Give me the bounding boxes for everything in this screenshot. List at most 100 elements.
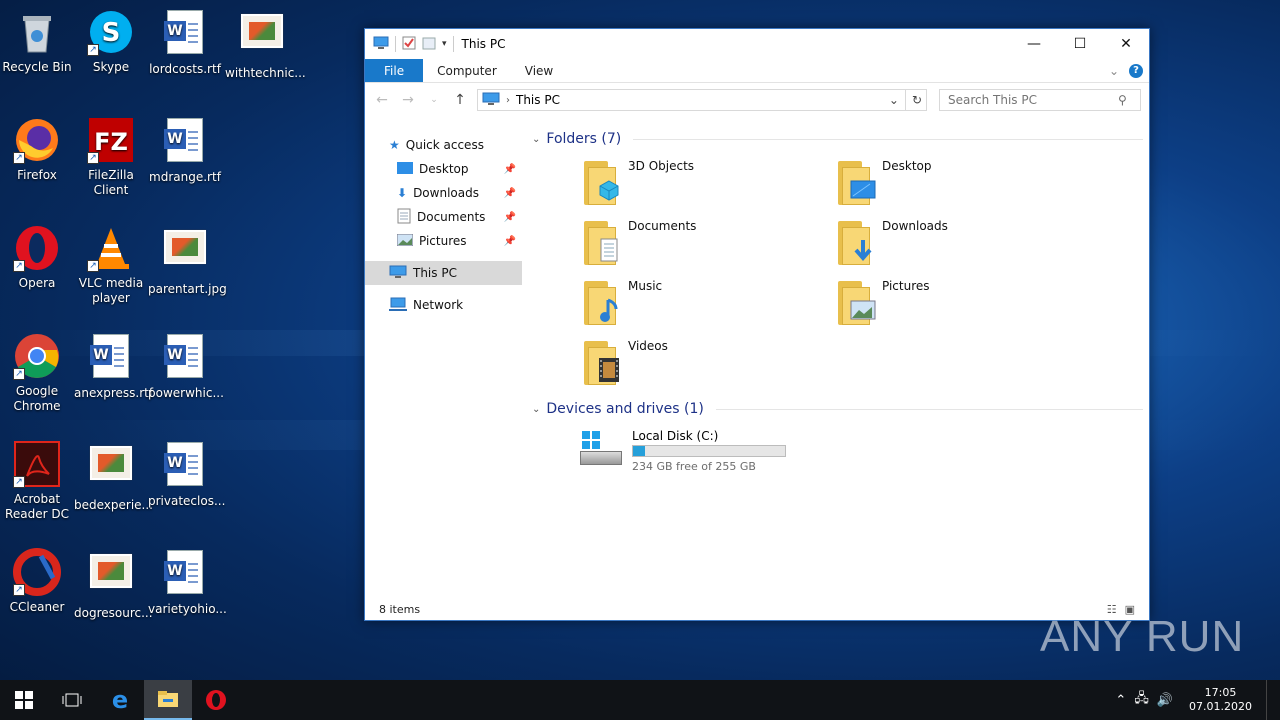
desktop-icon-acrobat[interactable]: ↗ Acrobat Reader DC — [0, 440, 74, 522]
taskbar-opera-button[interactable] — [192, 680, 240, 720]
desktop-icon-mdrange[interactable]: mdrange.rtf — [148, 116, 222, 185]
desktop-icon-parentart[interactable]: parentart.jpg — [148, 224, 227, 297]
desktop-icon-label: bedexperie... — [74, 498, 153, 512]
chevron-down-icon[interactable]: ⌄ — [532, 404, 540, 415]
desktop-icon-powerwhic[interactable]: powerwhic... — [148, 332, 224, 401]
desktop-folder-icon — [397, 161, 413, 177]
pin-icon[interactable]: 📌 — [504, 236, 516, 247]
desktop-icon-ccleaner[interactable]: ↗ CCleaner — [0, 548, 74, 615]
maximize-icon[interactable]: ☐ — [1057, 29, 1103, 59]
image-file-icon — [87, 554, 135, 602]
pin-icon[interactable]: 📌 — [504, 188, 516, 199]
desktop-icon-skype[interactable]: S ↗ Skype — [74, 8, 148, 75]
desktop-icon-lordcosts[interactable]: lordcosts.rtf — [148, 8, 222, 77]
nav-item-desktop[interactable]: Desktop 📌 — [365, 157, 522, 181]
title-bar[interactable]: ▾ This PC — ☐ ✕ — [365, 29, 1149, 59]
desktop-icon-varietyohio[interactable]: varietyohio... — [148, 548, 227, 617]
folder-desktop[interactable]: Desktop — [836, 155, 1090, 215]
taskbar-edge-button[interactable]: e — [96, 680, 144, 720]
tab-computer[interactable]: Computer — [423, 59, 511, 82]
pin-icon[interactable]: 📌 — [504, 164, 516, 175]
help-icon[interactable]: ? — [1129, 63, 1143, 78]
start-button[interactable] — [0, 680, 48, 720]
breadcrumb[interactable]: This PC — [516, 93, 560, 107]
back-arrow-icon[interactable]: ← — [373, 92, 391, 108]
desktop-icon-bedexperie[interactable]: bedexperie... — [74, 440, 153, 513]
folder-downloads[interactable]: Downloads — [836, 215, 1090, 275]
downloads-folder-icon — [836, 219, 876, 267]
shortcut-arrow-icon: ↗ — [87, 44, 99, 56]
pin-icon[interactable]: 📌 — [504, 212, 516, 223]
nav-item-quick-access[interactable]: ★ Quick access — [365, 133, 522, 157]
breadcrumb-chevron-icon[interactable]: › — [506, 95, 510, 106]
clock[interactable]: 17:05 07.01.2020 — [1189, 686, 1252, 714]
folder-pictures[interactable]: Pictures — [836, 275, 1090, 335]
drive-usage-bar — [632, 445, 786, 457]
devices-group-header[interactable]: ⌄ Devices and drives (1) — [532, 399, 1149, 419]
group-title: Devices and drives (1) — [546, 401, 704, 417]
recent-locations-icon[interactable]: ⌄ — [425, 95, 443, 105]
desktop-icon-opera[interactable]: ↗ Opera — [0, 224, 74, 291]
folder-label: Music — [628, 279, 663, 293]
tab-view[interactable]: View — [511, 59, 567, 82]
volume-icon[interactable]: 🔊 — [1157, 693, 1173, 708]
folder-3d-objects[interactable]: 3D Objects — [582, 155, 836, 215]
minimize-icon[interactable]: — — [1011, 29, 1057, 59]
hard-drive-icon — [578, 429, 624, 469]
search-box[interactable]: ⚲ — [939, 89, 1141, 111]
desktop-icon-dogresourc[interactable]: dogresourc... — [74, 548, 153, 621]
acrobat-icon: ↗ — [13, 440, 61, 488]
desktop-icon-label: CCleaner — [9, 600, 65, 614]
desktop-icon-recycle-bin[interactable]: Recycle Bin — [0, 8, 74, 75]
task-view-button[interactable] — [48, 680, 96, 720]
folder-videos[interactable]: Videos — [582, 335, 836, 395]
address-bar[interactable]: › This PC ⌄ ↻ — [477, 89, 927, 111]
ccleaner-icon: ↗ — [13, 548, 61, 596]
close-icon[interactable]: ✕ — [1103, 29, 1149, 59]
music-folder-icon — [582, 279, 622, 327]
desktop-icon-anexpress[interactable]: anexpress.rtf — [74, 332, 153, 401]
show-desktop-button[interactable] — [1266, 680, 1270, 720]
search-icon[interactable]: ⚲ — [1118, 93, 1127, 107]
folder-documents[interactable]: Documents — [582, 215, 836, 275]
nav-item-documents[interactable]: Documents 📌 — [365, 205, 522, 229]
filezilla-icon: FZ ↗ — [87, 116, 135, 164]
taskbar-file-explorer-button[interactable] — [144, 680, 192, 720]
word-document-icon — [161, 442, 209, 490]
customize-toolbar-icon[interactable]: ▾ — [442, 39, 447, 49]
desktop-icon-vlc[interactable]: ↗ VLC media player — [74, 224, 148, 306]
desktop-icon-privateclos[interactable]: privateclos... — [148, 440, 225, 509]
address-dropdown-icon[interactable]: ⌄ — [889, 93, 899, 107]
address-row: ← → ⌄ ↑ › This PC ⌄ ↻ ⚲ — [365, 83, 1149, 117]
nav-item-downloads[interactable]: ⬇ Downloads 📌 — [365, 181, 522, 205]
folder-label: Downloads — [882, 219, 948, 233]
drive-local-disk-c[interactable]: Local Disk (C:) 234 GB free of 255 GB — [532, 429, 1149, 473]
desktop-icon-filezilla[interactable]: FZ ↗ FileZilla Client — [74, 116, 148, 198]
desktop-icon-chrome[interactable]: ↗ Google Chrome — [0, 332, 74, 414]
nav-item-pictures[interactable]: Pictures 📌 — [365, 229, 522, 253]
watermark: ANY RUN — [1040, 612, 1245, 661]
edge-icon: e — [111, 686, 129, 714]
folder-music[interactable]: Music — [582, 275, 836, 335]
desktop-icon-withtechnic[interactable]: withtechnic... — [225, 8, 306, 81]
new-folder-icon[interactable] — [422, 36, 436, 53]
skype-icon: S ↗ — [87, 8, 135, 56]
expand-ribbon-icon[interactable]: ⌄ — [1109, 64, 1119, 78]
desktop-icon-label: FileZilla Client — [88, 168, 134, 197]
show-hidden-icons-icon[interactable]: ⌃ — [1115, 693, 1126, 708]
properties-icon[interactable] — [402, 36, 416, 53]
folder-label: Pictures — [882, 279, 930, 293]
forward-arrow-icon[interactable]: → — [399, 92, 417, 108]
desktop-icon-firefox[interactable]: ↗ Firefox — [0, 116, 74, 183]
nav-item-network[interactable]: Network — [365, 293, 522, 317]
chevron-down-icon[interactable]: ⌄ — [532, 134, 540, 145]
up-arrow-icon[interactable]: ↑ — [451, 92, 469, 108]
word-document-icon — [161, 334, 209, 382]
network-icon[interactable]: 🖧 — [1134, 689, 1149, 711]
search-input[interactable] — [948, 93, 1118, 107]
nav-item-this-pc[interactable]: This PC — [365, 261, 522, 285]
folders-group-header[interactable]: ⌄ Folders (7) — [532, 129, 1149, 149]
refresh-icon[interactable]: ↻ — [912, 93, 922, 107]
tab-file[interactable]: File — [365, 59, 424, 82]
shortcut-arrow-icon: ↗ — [13, 476, 25, 488]
